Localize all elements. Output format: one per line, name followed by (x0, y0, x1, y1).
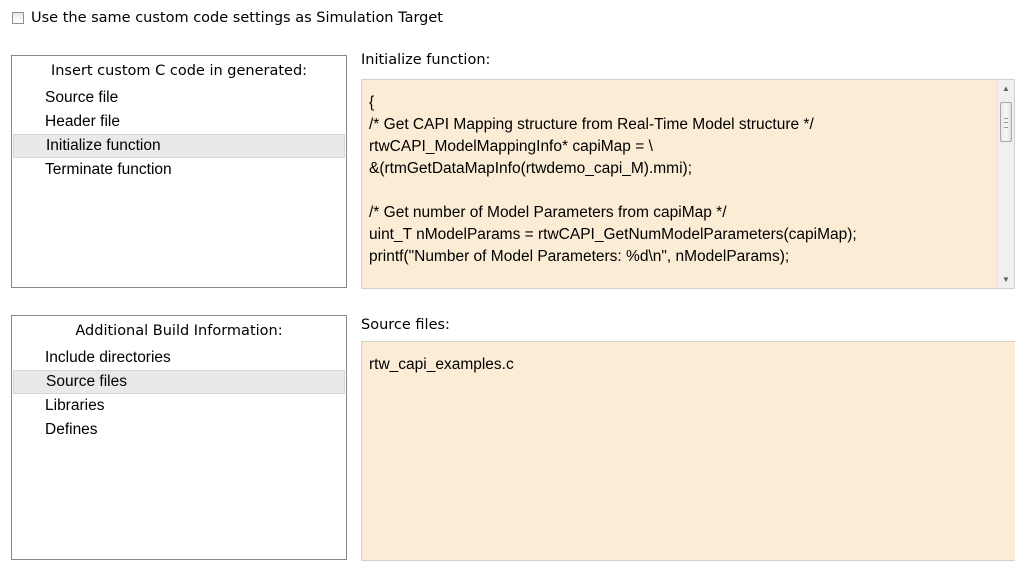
custom-code-list-header: Insert custom C code in generated: (50, 63, 308, 79)
same-settings-checkbox-label[interactable]: Use the same custom code settings as Sim… (31, 10, 443, 26)
code-line: uint_T nModelParams = rtwCAPI_GetNumMode… (369, 226, 857, 243)
scroll-down-arrow-icon[interactable]: ▼ (998, 271, 1014, 288)
source-files-editor[interactable]: rtw_capi_examples.c (361, 341, 1015, 561)
initialize-function-code[interactable]: { /* Get CAPI Mapping structure from Real… (362, 80, 1014, 268)
list-item-header-file[interactable]: Header file (13, 110, 345, 134)
initialize-function-editor[interactable]: { /* Get CAPI Mapping structure from Real… (361, 79, 1015, 289)
list-item-initialize-function[interactable]: Initialize function (13, 134, 345, 158)
code-line: { (369, 94, 375, 111)
code-line: printf("Number of Model Parameters: %d\n… (369, 248, 790, 265)
code-line: rtwCAPI_ModelMappingInfo* capiMap = \ (369, 138, 653, 155)
source-files-label: Source files: (361, 317, 450, 333)
code-line: &(rtmGetDataMapInfo(rtwdemo_capi_M).mmi)… (369, 160, 692, 177)
source-files-text[interactable]: rtw_capi_examples.c (362, 342, 1015, 376)
list-item-defines[interactable]: Defines (13, 418, 345, 442)
code-line: /* Get CAPI Mapping structure from Real-… (369, 116, 814, 133)
custom-code-list-panel: Insert custom C code in generated: Sourc… (11, 55, 347, 288)
scroll-up-arrow-icon[interactable]: ▲ (998, 80, 1014, 97)
list-item-source-file[interactable]: Source file (13, 86, 345, 110)
scrollbar-thumb[interactable] (1000, 102, 1012, 142)
initialize-editor-scrollbar[interactable]: ▲ ▼ (997, 80, 1014, 288)
initialize-function-label: Initialize function: (361, 52, 491, 68)
build-info-list-panel: Additional Build Information: Include di… (11, 315, 347, 560)
list-item-include-directories[interactable]: Include directories (13, 346, 345, 370)
list-item-source-files[interactable]: Source files (13, 370, 345, 394)
build-info-list-header: Additional Build Information: (75, 323, 283, 339)
same-settings-checkbox[interactable] (12, 12, 24, 24)
code-line: /* Get number of Model Parameters from c… (369, 204, 727, 221)
list-item-libraries[interactable]: Libraries (13, 394, 345, 418)
source-file-line: rtw_capi_examples.c (369, 356, 514, 373)
list-item-terminate-function[interactable]: Terminate function (13, 158, 345, 182)
same-settings-checkbox-row[interactable]: Use the same custom code settings as Sim… (12, 9, 443, 27)
scrollbar-grip-icon (1004, 118, 1008, 128)
